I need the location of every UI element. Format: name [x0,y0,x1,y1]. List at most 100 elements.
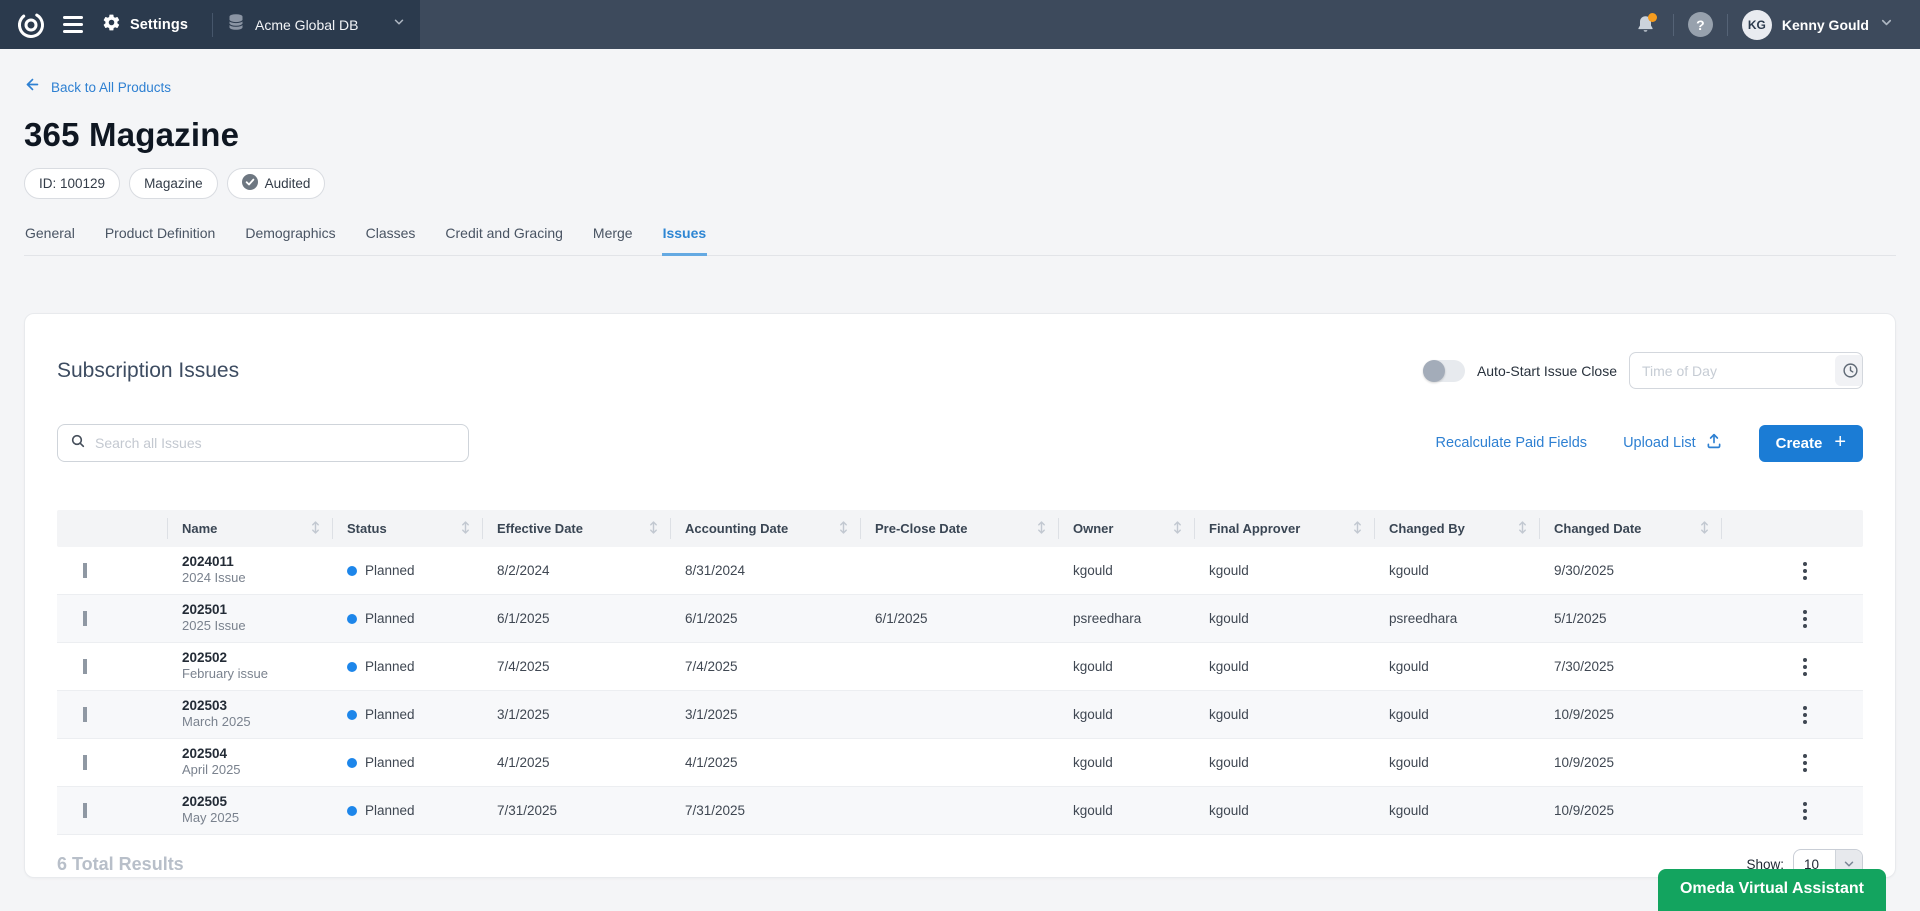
database-icon [227,13,245,36]
upload-icon [1705,432,1723,454]
clock-picker-button[interactable] [1835,355,1863,386]
accounting-date-cell: 4/1/2025 [670,755,860,770]
row-checkbox[interactable] [83,707,87,722]
status-dot-icon [347,758,357,768]
row-actions-kebab-button[interactable] [1799,702,1811,728]
back-arrow-icon [24,76,41,98]
sort-icon[interactable] [1518,520,1527,538]
column-header-changed-by[interactable]: Changed By [1374,510,1539,547]
row-checkbox[interactable] [83,659,87,674]
owner-cell: kgould [1058,563,1194,578]
issue-name-cell: 202501 2025 Issue [167,602,332,636]
effective-date-cell: 3/1/2025 [482,707,670,722]
database-selector[interactable]: Acme Global DB [227,13,406,36]
changed-date-cell: 7/30/2025 [1539,659,1721,674]
id-badge: ID: 100129 [24,168,120,199]
row-checkbox[interactable] [83,563,87,578]
column-header-owner[interactable]: Owner [1058,510,1194,547]
effective-date-cell: 6/1/2025 [482,611,670,626]
final-approver-cell: kgould [1194,563,1374,578]
recalculate-paid-fields-link[interactable]: Recalculate Paid Fields [1436,435,1588,451]
column-header-accounting-date[interactable]: Accounting Date [670,510,860,547]
gear-icon [102,13,121,37]
create-button[interactable]: Create + [1759,425,1863,462]
tab-demographics[interactable]: Demographics [244,219,336,255]
changed-date-cell: 5/1/2025 [1539,611,1721,626]
tab-credit-and-gracing[interactable]: Credit and Gracing [444,219,564,255]
row-actions-kebab-button[interactable] [1799,558,1811,584]
user-menu[interactable]: KG Kenny Gould [1742,10,1894,40]
chevron-down-icon [392,15,406,34]
owner-cell: kgould [1058,755,1194,770]
row-checkbox[interactable] [83,803,87,818]
sort-icon[interactable] [461,520,470,538]
status-label: Planned [365,755,415,770]
help-button[interactable]: ? [1688,12,1713,37]
navbar-left-section: Settings Acme Global DB [0,0,420,49]
accounting-date-cell: 7/4/2025 [670,659,860,674]
status-dot-icon [347,806,357,816]
auto-start-toggle[interactable] [1423,360,1465,382]
table-row: 2024011 2024 Issue Planned 8/2/2024 8/31… [57,547,1863,595]
row-checkbox[interactable] [83,611,87,626]
status-dot-icon [347,710,357,720]
sort-icon[interactable] [1037,520,1046,538]
issues-table: Name Status Effective Date Accounting Da… [57,510,1863,835]
sort-icon[interactable] [1700,520,1709,538]
row-actions-kebab-button[interactable] [1799,798,1811,824]
status-label: Planned [365,707,415,722]
table-body: 2024011 2024 Issue Planned 8/2/2024 8/31… [57,547,1863,835]
column-header-name[interactable]: Name [167,510,332,547]
row-actions-kebab-button[interactable] [1799,606,1811,632]
search-input[interactable] [95,435,456,451]
tab-merge[interactable]: Merge [592,219,634,255]
upload-list-link[interactable]: Upload List [1623,432,1723,454]
page-content: Back to All Products 365 Magazine ID: 10… [0,76,1920,878]
sort-icon[interactable] [1173,520,1182,538]
row-checkbox[interactable] [83,755,87,770]
effective-date-cell: 8/2/2024 [482,563,670,578]
changed-date-cell: 10/9/2025 [1539,707,1721,722]
tab-issues[interactable]: Issues [662,219,708,256]
accounting-date-cell: 6/1/2025 [670,611,860,626]
status-dot-icon [347,662,357,672]
pre-close-date-cell: 6/1/2025 [860,611,1058,626]
issue-name: 202501 [182,602,332,619]
changed-by-cell: kgould [1374,563,1539,578]
notifications-button[interactable] [1633,12,1659,38]
sort-icon[interactable] [839,520,848,538]
sort-icon[interactable] [1353,520,1362,538]
tab-classes[interactable]: Classes [365,219,417,255]
column-header-final-approver[interactable]: Final Approver [1194,510,1374,547]
settings-app[interactable]: Settings [98,13,198,37]
back-link[interactable]: Back to All Products [24,76,171,98]
issue-subtitle: April 2025 [182,762,332,779]
effective-date-cell: 7/4/2025 [482,659,670,674]
issue-name-cell: 202505 May 2025 [167,794,332,828]
column-header-status[interactable]: Status [332,510,482,547]
column-header-pre-close-date[interactable]: Pre-Close Date [860,510,1058,547]
column-header-changed-date[interactable]: Changed Date [1539,510,1721,547]
issue-name: 202502 [182,650,332,667]
status-cell: Planned [332,755,482,770]
row-actions-kebab-button[interactable] [1799,750,1811,776]
time-of-day-input[interactable] [1630,363,1835,379]
changed-by-cell: kgould [1374,659,1539,674]
omeda-logo-icon[interactable] [14,8,48,42]
navbar-divider [1727,14,1728,36]
tab-general[interactable]: General [24,219,76,255]
table-row: 202503 March 2025 Planned 3/1/2025 3/1/2… [57,691,1863,739]
row-actions-kebab-button[interactable] [1799,654,1811,680]
page-title: 365 Magazine [24,116,1896,154]
sort-icon[interactable] [649,520,658,538]
hamburger-menu-button[interactable] [54,6,92,44]
issue-subtitle: May 2025 [182,810,332,827]
status-cell: Planned [332,803,482,818]
search-icon [70,433,86,454]
omeda-virtual-assistant-button[interactable]: Omeda Virtual Assistant [1658,869,1886,911]
table-row: 202505 May 2025 Planned 7/31/2025 7/31/2… [57,787,1863,835]
issue-name-cell: 2024011 2024 Issue [167,554,332,588]
column-header-effective-date[interactable]: Effective Date [482,510,670,547]
tab-product-definition[interactable]: Product Definition [104,219,217,255]
sort-icon[interactable] [311,520,320,538]
